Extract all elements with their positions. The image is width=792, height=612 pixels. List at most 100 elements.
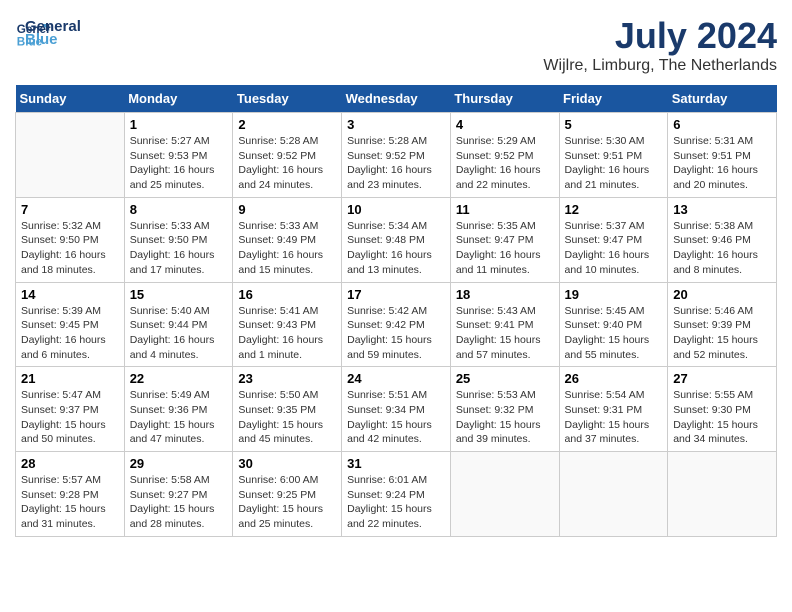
- daylight: Daylight: 16 hours and 24 minutes.: [238, 164, 323, 191]
- day-info: Sunrise: 5:33 AM Sunset: 9:50 PM Dayligh…: [130, 219, 228, 278]
- sunset: Sunset: 9:24 PM: [347, 489, 425, 501]
- sunrise: Sunrise: 5:51 AM: [347, 389, 427, 401]
- calendar-cell: 7 Sunrise: 5:32 AM Sunset: 9:50 PM Dayli…: [16, 197, 125, 282]
- calendar-row-4: 28 Sunrise: 5:57 AM Sunset: 9:28 PM Dayl…: [16, 452, 777, 537]
- calendar-cell: 9 Sunrise: 5:33 AM Sunset: 9:49 PM Dayli…: [233, 197, 342, 282]
- calendar-cell: 13 Sunrise: 5:38 AM Sunset: 9:46 PM Dayl…: [668, 197, 777, 282]
- col-sunday: Sunday: [16, 85, 125, 113]
- day-info: Sunrise: 5:43 AM Sunset: 9:41 PM Dayligh…: [456, 304, 554, 363]
- daylight: Daylight: 16 hours and 18 minutes.: [21, 249, 106, 276]
- day-number: 29: [130, 456, 228, 471]
- calendar-cell: 20 Sunrise: 5:46 AM Sunset: 9:39 PM Dayl…: [668, 282, 777, 367]
- daylight: Daylight: 16 hours and 6 minutes.: [21, 334, 106, 361]
- day-info: Sunrise: 5:41 AM Sunset: 9:43 PM Dayligh…: [238, 304, 336, 363]
- day-info: Sunrise: 5:32 AM Sunset: 9:50 PM Dayligh…: [21, 219, 119, 278]
- sunrise: Sunrise: 5:58 AM: [130, 474, 210, 486]
- day-info: Sunrise: 5:34 AM Sunset: 9:48 PM Dayligh…: [347, 219, 445, 278]
- daylight: Daylight: 15 hours and 22 minutes.: [347, 503, 432, 530]
- day-info: Sunrise: 5:28 AM Sunset: 9:52 PM Dayligh…: [347, 134, 445, 193]
- sunset: Sunset: 9:48 PM: [347, 234, 425, 246]
- day-number: 28: [21, 456, 119, 471]
- sunrise: Sunrise: 5:54 AM: [565, 389, 645, 401]
- day-number: 10: [347, 202, 445, 217]
- sunrise: Sunrise: 5:34 AM: [347, 220, 427, 232]
- calendar-cell: 18 Sunrise: 5:43 AM Sunset: 9:41 PM Dayl…: [450, 282, 559, 367]
- daylight: Daylight: 15 hours and 52 minutes.: [673, 334, 758, 361]
- sunrise: Sunrise: 5:27 AM: [130, 135, 210, 147]
- sunrise: Sunrise: 5:31 AM: [673, 135, 753, 147]
- sunrise: Sunrise: 5:50 AM: [238, 389, 318, 401]
- day-number: 30: [238, 456, 336, 471]
- month-year: July 2024: [543, 15, 777, 57]
- sunset: Sunset: 9:44 PM: [130, 319, 208, 331]
- sunset: Sunset: 9:25 PM: [238, 489, 316, 501]
- calendar-row-0: 1 Sunrise: 5:27 AM Sunset: 9:53 PM Dayli…: [16, 113, 777, 198]
- calendar-cell: 19 Sunrise: 5:45 AM Sunset: 9:40 PM Dayl…: [559, 282, 668, 367]
- daylight: Daylight: 15 hours and 47 minutes.: [130, 419, 215, 446]
- calendar-cell: 16 Sunrise: 5:41 AM Sunset: 9:43 PM Dayl…: [233, 282, 342, 367]
- calendar-cell: 4 Sunrise: 5:29 AM Sunset: 9:52 PM Dayli…: [450, 113, 559, 198]
- calendar-cell: 6 Sunrise: 5:31 AM Sunset: 9:51 PM Dayli…: [668, 113, 777, 198]
- calendar-cell: 28 Sunrise: 5:57 AM Sunset: 9:28 PM Dayl…: [16, 452, 125, 537]
- col-thursday: Thursday: [450, 85, 559, 113]
- day-number: 11: [456, 202, 554, 217]
- sunrise: Sunrise: 6:01 AM: [347, 474, 427, 486]
- calendar-cell: 25 Sunrise: 5:53 AM Sunset: 9:32 PM Dayl…: [450, 367, 559, 452]
- daylight: Daylight: 16 hours and 21 minutes.: [565, 164, 650, 191]
- calendar-cell: 14 Sunrise: 5:39 AM Sunset: 9:45 PM Dayl…: [16, 282, 125, 367]
- day-info: Sunrise: 5:40 AM Sunset: 9:44 PM Dayligh…: [130, 304, 228, 363]
- calendar-cell: 31 Sunrise: 6:01 AM Sunset: 9:24 PM Dayl…: [342, 452, 451, 537]
- calendar-cell: 22 Sunrise: 5:49 AM Sunset: 9:36 PM Dayl…: [124, 367, 233, 452]
- day-number: 25: [456, 371, 554, 386]
- calendar-cell: 27 Sunrise: 5:55 AM Sunset: 9:30 PM Dayl…: [668, 367, 777, 452]
- sunset: Sunset: 9:51 PM: [673, 150, 751, 162]
- sunset: Sunset: 9:47 PM: [565, 234, 643, 246]
- sunrise: Sunrise: 6:00 AM: [238, 474, 318, 486]
- calendar-row-2: 14 Sunrise: 5:39 AM Sunset: 9:45 PM Dayl…: [16, 282, 777, 367]
- daylight: Daylight: 15 hours and 25 minutes.: [238, 503, 323, 530]
- day-number: 8: [130, 202, 228, 217]
- daylight: Daylight: 16 hours and 22 minutes.: [456, 164, 541, 191]
- day-info: Sunrise: 5:29 AM Sunset: 9:52 PM Dayligh…: [456, 134, 554, 193]
- sunset: Sunset: 9:46 PM: [673, 234, 751, 246]
- day-number: 7: [21, 202, 119, 217]
- logo: General Blue General Blue: [15, 15, 81, 51]
- day-number: 3: [347, 117, 445, 132]
- day-number: 18: [456, 287, 554, 302]
- calendar-cell: 10 Sunrise: 5:34 AM Sunset: 9:48 PM Dayl…: [342, 197, 451, 282]
- sunrise: Sunrise: 5:29 AM: [456, 135, 536, 147]
- col-friday: Friday: [559, 85, 668, 113]
- sunrise: Sunrise: 5:42 AM: [347, 305, 427, 317]
- calendar-cell: [16, 113, 125, 198]
- day-info: Sunrise: 5:27 AM Sunset: 9:53 PM Dayligh…: [130, 134, 228, 193]
- sunset: Sunset: 9:39 PM: [673, 319, 751, 331]
- day-number: 14: [21, 287, 119, 302]
- page-header: General Blue General Blue July 2024 Wijl…: [15, 15, 777, 75]
- sunrise: Sunrise: 5:39 AM: [21, 305, 101, 317]
- sunrise: Sunrise: 5:53 AM: [456, 389, 536, 401]
- day-info: Sunrise: 6:01 AM Sunset: 9:24 PM Dayligh…: [347, 473, 445, 532]
- logo-blue: Blue: [25, 31, 81, 48]
- daylight: Daylight: 15 hours and 28 minutes.: [130, 503, 215, 530]
- day-number: 17: [347, 287, 445, 302]
- day-info: Sunrise: 5:35 AM Sunset: 9:47 PM Dayligh…: [456, 219, 554, 278]
- title-section: July 2024 Wijlre, Limburg, The Netherlan…: [543, 15, 777, 75]
- day-number: 4: [456, 117, 554, 132]
- sunset: Sunset: 9:41 PM: [456, 319, 534, 331]
- sunrise: Sunrise: 5:28 AM: [347, 135, 427, 147]
- calendar-cell: [668, 452, 777, 537]
- daylight: Daylight: 16 hours and 20 minutes.: [673, 164, 758, 191]
- day-number: 21: [21, 371, 119, 386]
- sunrise: Sunrise: 5:55 AM: [673, 389, 753, 401]
- day-info: Sunrise: 5:51 AM Sunset: 9:34 PM Dayligh…: [347, 388, 445, 447]
- daylight: Daylight: 16 hours and 1 minute.: [238, 334, 323, 361]
- sunset: Sunset: 9:50 PM: [130, 234, 208, 246]
- day-info: Sunrise: 5:53 AM Sunset: 9:32 PM Dayligh…: [456, 388, 554, 447]
- sunset: Sunset: 9:51 PM: [565, 150, 643, 162]
- calendar-cell: 30 Sunrise: 6:00 AM Sunset: 9:25 PM Dayl…: [233, 452, 342, 537]
- calendar-cell: 21 Sunrise: 5:47 AM Sunset: 9:37 PM Dayl…: [16, 367, 125, 452]
- day-info: Sunrise: 5:37 AM Sunset: 9:47 PM Dayligh…: [565, 219, 663, 278]
- day-number: 5: [565, 117, 663, 132]
- sunrise: Sunrise: 5:41 AM: [238, 305, 318, 317]
- daylight: Daylight: 15 hours and 59 minutes.: [347, 334, 432, 361]
